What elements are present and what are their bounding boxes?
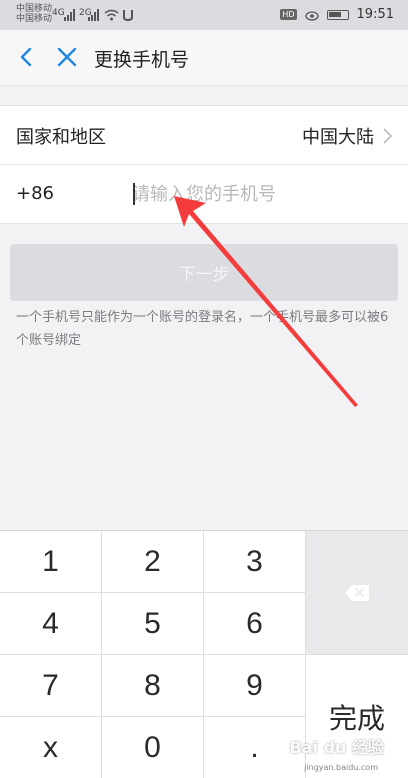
hd-badge: HD — [280, 9, 297, 20]
region-label: 国家和地区 — [16, 127, 106, 148]
carrier-2: 中国移动 — [16, 14, 53, 24]
eye-comfort-icon — [304, 10, 319, 21]
phone-row: +86 — [0, 165, 408, 224]
key-1[interactable]: 1 — [0, 531, 102, 593]
hint-text: 一个手机号只能作为一个账号的登录名，一个手机号最多可以被6个账号绑定 — [16, 310, 389, 348]
key-8[interactable]: 8 — [102, 655, 204, 717]
page-title: 更换手机号 — [94, 49, 190, 71]
key-3[interactable]: 3 — [204, 531, 306, 593]
next-button[interactable]: 下一步 — [10, 244, 398, 301]
region-value: 中国大陆 — [302, 127, 374, 148]
signal-1-label: 4G — [52, 8, 65, 18]
carrier-labels: 中国移动 中国移动 — [16, 4, 52, 24]
country-code[interactable]: +86 — [16, 183, 54, 204]
region-selector[interactable]: 国家和地区 中国大陆 — [0, 106, 408, 165]
key-5[interactable]: 5 — [102, 593, 204, 655]
back-icon[interactable] — [14, 44, 40, 70]
status-right: HD 19:51 — [280, 7, 394, 22]
status-bar: 中国移动 中国移动 4G 2G HD 19:51 — [0, 0, 408, 30]
clock: 19:51 — [356, 7, 394, 22]
wifi-icon — [104, 9, 119, 21]
backspace-icon — [345, 584, 369, 601]
numeric-keyboard: 1 2 3 4 5 6 7 8 9 x 0 . 完成 Bai du 经验 jin… — [0, 530, 408, 778]
watermark-url: jingyan.baidu.com — [304, 763, 378, 772]
chevron-right-icon — [383, 128, 392, 144]
key-x[interactable]: x — [0, 717, 102, 778]
watermark-logo: Bai du 经验 — [289, 738, 384, 757]
phone-form: 国家和地区 中国大陆 +86 — [0, 105, 408, 224]
signal-bars-2-icon — [88, 9, 99, 21]
key-2[interactable]: 2 — [102, 531, 204, 593]
key-6[interactable]: 6 — [204, 593, 306, 655]
red-arrow-icon — [174, 196, 358, 407]
key-4[interactable]: 4 — [0, 593, 102, 655]
close-icon[interactable] — [54, 44, 80, 70]
key-9[interactable]: 9 — [204, 655, 306, 717]
text-cursor — [133, 183, 135, 205]
key-7[interactable]: 7 — [0, 655, 102, 717]
carrier-1: 中国移动 — [16, 4, 53, 14]
signal-bars-1-icon — [64, 9, 75, 21]
phone-input[interactable] — [132, 177, 392, 211]
battery-icon — [326, 9, 349, 20]
key-0[interactable]: 0 — [102, 717, 204, 778]
app-notification-icon — [123, 10, 133, 21]
backspace-key[interactable] — [306, 531, 408, 655]
done-key[interactable]: 完成 — [306, 655, 408, 778]
nav-bar: 更换手机号 — [0, 30, 408, 86]
